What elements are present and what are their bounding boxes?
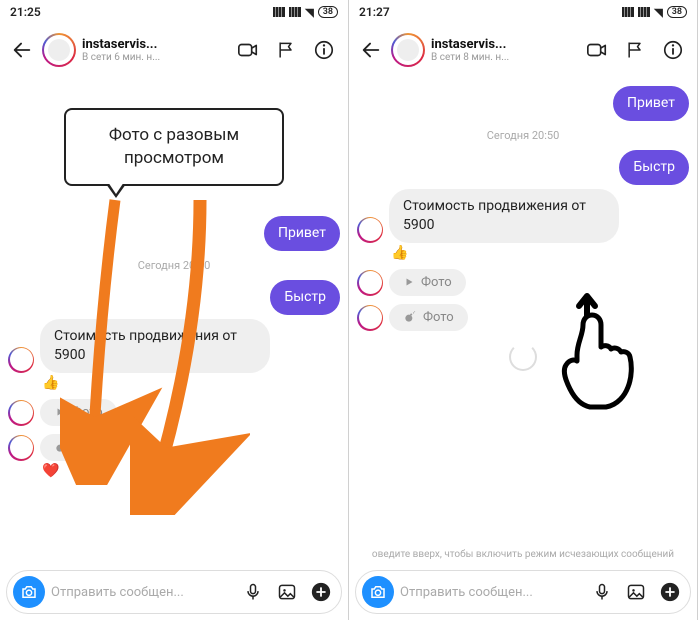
contact-status: В сети 8 мин. н... — [431, 52, 575, 63]
tooltip-callout: Фото с разовым просмотром — [64, 108, 284, 186]
signal-icon — [289, 7, 301, 17]
signal-icon — [638, 7, 650, 17]
plus-circle-icon — [310, 581, 332, 603]
status-time: 21:27 — [359, 5, 622, 19]
video-icon — [237, 39, 259, 61]
timestamp: Сегодня 20:50 — [357, 129, 689, 142]
contact-name[interactable]: instaservis... — [82, 37, 226, 52]
back-button[interactable] — [357, 36, 385, 64]
wifi-icon: ◥ — [654, 6, 662, 19]
received-message[interactable]: Стоимость продвижения от 5900 — [40, 319, 270, 373]
flag-icon — [625, 40, 645, 60]
swipe-up-icon — [547, 290, 637, 420]
sender-avatar[interactable] — [357, 217, 383, 243]
video-icon — [586, 39, 608, 61]
add-button[interactable] — [656, 578, 684, 606]
status-bar: 21:27 ◥ 38 — [349, 0, 697, 24]
signal-icon — [273, 7, 285, 17]
bomb-icon — [403, 310, 417, 324]
sender-avatar[interactable] — [8, 347, 34, 373]
message-composer: Отправить сообщен... — [6, 570, 342, 614]
play-icon — [54, 406, 66, 418]
loading-spinner — [509, 343, 537, 371]
avatar[interactable] — [42, 33, 76, 67]
reaction-thumb[interactable]: 👍 — [42, 375, 340, 391]
info-icon — [313, 39, 335, 61]
video-call-button[interactable] — [581, 34, 613, 66]
image-icon — [277, 582, 297, 602]
mic-button[interactable] — [239, 578, 267, 606]
status-time: 21:25 — [10, 5, 273, 19]
view-once-photo[interactable]: Фото — [40, 399, 117, 426]
image-icon — [626, 582, 646, 602]
avatar[interactable] — [391, 33, 425, 67]
add-button[interactable] — [307, 578, 335, 606]
timestamp: Сегодня 20:50 — [8, 259, 340, 272]
chat-area[interactable]: Привет Сегодня 20:50 Быстр Стоимость про… — [349, 76, 697, 566]
sent-message[interactable]: Привет — [264, 216, 340, 251]
mic-button[interactable] — [588, 578, 616, 606]
battery-icon: 38 — [318, 6, 338, 18]
arrow-left-icon — [360, 39, 382, 61]
message-composer: Отправить сообщен... — [355, 570, 691, 614]
sent-message[interactable]: Быстр — [619, 150, 689, 185]
received-message[interactable]: Стоимость продвижения от 5900 — [389, 189, 619, 243]
gallery-button[interactable] — [622, 578, 650, 606]
info-button[interactable] — [657, 34, 689, 66]
sent-message[interactable]: Быстр — [270, 280, 340, 315]
info-icon — [662, 39, 684, 61]
flag-icon — [276, 40, 296, 60]
reaction-thumb[interactable]: 👍 — [391, 245, 689, 261]
video-call-button[interactable] — [232, 34, 264, 66]
right-screenshot: 21:27 ◥ 38 instaservis... В сети 8 мин. … — [349, 0, 698, 620]
camera-button[interactable] — [362, 576, 394, 608]
view-once-photo[interactable]: Фото — [389, 304, 468, 331]
info-button[interactable] — [308, 34, 340, 66]
contact-status: В сети 6 мин. н... — [82, 52, 226, 63]
flag-button[interactable] — [270, 34, 302, 66]
signal-icon — [622, 7, 634, 17]
mic-icon — [243, 582, 263, 602]
camera-icon — [20, 583, 38, 601]
camera-button[interactable] — [13, 576, 45, 608]
bomb-icon — [54, 440, 68, 454]
gallery-button[interactable] — [273, 578, 301, 606]
sender-avatar[interactable] — [8, 400, 34, 426]
reaction-heart[interactable]: ❤️ — [42, 463, 340, 479]
view-once-photo[interactable]: Фото — [40, 434, 119, 461]
play-icon — [403, 276, 415, 288]
chat-header: instaservis... В сети 6 мин. н... — [0, 24, 348, 76]
swipe-up-gesture — [547, 290, 637, 424]
message-input[interactable]: Отправить сообщен... — [400, 585, 582, 600]
arrow-left-icon — [11, 39, 33, 61]
sender-avatar[interactable] — [8, 435, 34, 461]
contact-name[interactable]: instaservis... — [431, 37, 575, 52]
mic-icon — [592, 582, 612, 602]
view-once-photo[interactable]: Фото — [389, 269, 466, 296]
sender-avatar[interactable] — [357, 270, 383, 296]
flag-button[interactable] — [619, 34, 651, 66]
sender-avatar[interactable] — [357, 305, 383, 331]
sent-message[interactable]: Привет — [613, 86, 689, 121]
battery-icon: 38 — [667, 6, 687, 18]
status-bar: 21:25 ◥ 38 — [0, 0, 348, 24]
back-button[interactable] — [8, 36, 36, 64]
left-screenshot: 21:25 ◥ 38 instaservis... В сети 6 мин. … — [0, 0, 349, 620]
chat-header: instaservis... В сети 8 мин. н... — [349, 24, 697, 76]
wifi-icon: ◥ — [305, 6, 313, 19]
camera-icon — [369, 583, 387, 601]
message-input[interactable]: Отправить сообщен... — [51, 585, 233, 600]
vanish-mode-hint: оведите вверх, чтобы включить режим исче… — [349, 549, 697, 560]
plus-circle-icon — [659, 581, 681, 603]
